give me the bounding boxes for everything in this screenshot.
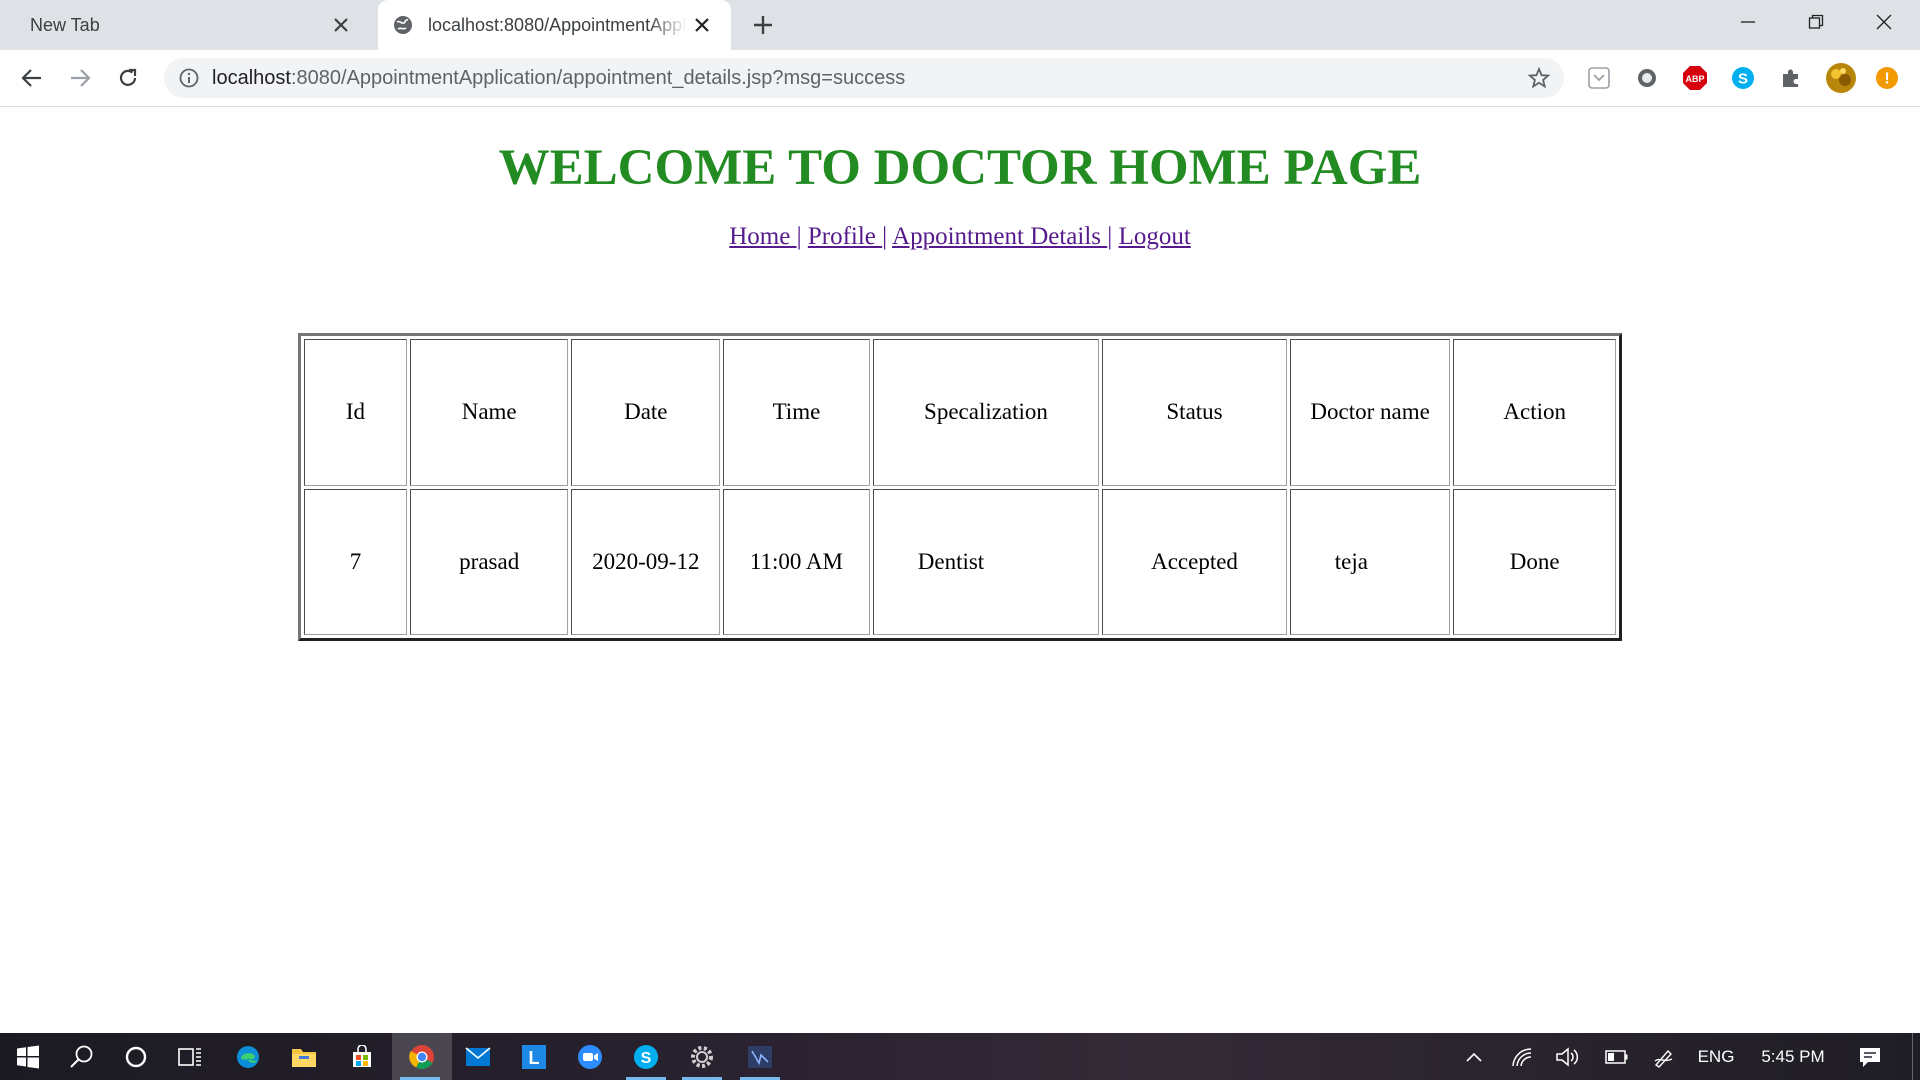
column-header-date: Date	[571, 339, 721, 486]
nav-separator: |	[1107, 223, 1113, 250]
cell-doctor-name: teja	[1289, 488, 1451, 635]
cortana-icon[interactable]	[108, 1033, 164, 1080]
l-app-icon[interactable]: L	[506, 1033, 562, 1080]
column-header-doctor-name: Doctor name	[1289, 339, 1451, 486]
table-row: 7 prasad 2020-09-12 11:00 AM Dentist Acc…	[304, 488, 1616, 635]
language-indicator[interactable]: ENG	[1692, 1033, 1740, 1080]
skype-label: S	[1738, 71, 1748, 88]
zoom-icon[interactable]	[562, 1033, 618, 1080]
eclipse-icon[interactable]	[732, 1033, 788, 1080]
nav-logout-link[interactable]: Logout	[1119, 223, 1191, 250]
windows-taskbar: L S ENG 5:45 PM	[0, 1033, 1920, 1080]
nav-appointment-details-link[interactable]: Appointment Details	[892, 223, 1107, 250]
column-header-action: Action	[1453, 339, 1616, 486]
skype-icon[interactable]: S	[1730, 65, 1756, 91]
notifications-icon[interactable]	[1850, 1033, 1890, 1080]
cell-specalization: Dentist	[872, 488, 1100, 635]
store-icon[interactable]	[334, 1033, 390, 1080]
pen-workspace-icon[interactable]	[1646, 1033, 1682, 1080]
show-hidden-icons-chevron-icon[interactable]	[1456, 1033, 1492, 1080]
cell-date: 2020-09-12	[571, 488, 721, 635]
window-close-icon[interactable]	[1850, 0, 1918, 44]
table-header-row: Id Name Date Time Specalization Status D…	[304, 339, 1616, 486]
cell-time: 11:00 AM	[723, 488, 870, 635]
globe-icon	[392, 14, 414, 36]
l-app-label: L	[529, 1048, 540, 1068]
battery-icon[interactable]	[1598, 1033, 1634, 1080]
search-icon[interactable]	[54, 1033, 110, 1080]
new-tab-icon[interactable]	[748, 10, 778, 40]
puzzle-icon[interactable]	[1778, 65, 1804, 91]
circle-extension-icon[interactable]	[1634, 65, 1660, 91]
url-host: localhost	[212, 66, 291, 89]
edge-icon[interactable]	[220, 1033, 276, 1080]
update-alert-icon[interactable]: !	[1874, 65, 1900, 91]
close-icon[interactable]	[326, 10, 356, 40]
file-explorer-icon[interactable]	[276, 1033, 332, 1080]
minimize-icon[interactable]	[1714, 0, 1782, 44]
column-header-id: Id	[304, 339, 407, 486]
url-text: localhost:8080/AppointmentApplication/ap…	[212, 67, 905, 90]
nav-home-link[interactable]: Home	[729, 223, 796, 250]
tab-appointment[interactable]: localhost:8080/AppointmentApplication/ap…	[378, 0, 731, 50]
adblock-label: ABP	[1685, 74, 1704, 84]
clock[interactable]: 5:45 PM	[1748, 1033, 1838, 1080]
start-icon[interactable]	[0, 1033, 56, 1080]
reload-icon[interactable]	[112, 62, 144, 94]
settings-icon[interactable]	[674, 1033, 730, 1080]
cell-name: prasad	[409, 488, 569, 635]
column-header-time: Time	[723, 339, 870, 486]
appointment-table: Id Name Date Time Specalization Status D…	[298, 333, 1622, 641]
column-header-status: Status	[1102, 339, 1287, 486]
task-view-icon[interactable]	[162, 1033, 218, 1080]
tab-title: localhost:8080/AppointmentApplication/ap…	[428, 14, 687, 35]
show-desktop-button[interactable]	[1912, 1033, 1920, 1080]
profile-avatar[interactable]	[1824, 61, 1858, 95]
cell-status: Accepted	[1102, 488, 1287, 635]
nav-separator: |	[796, 223, 802, 250]
network-icon[interactable]	[1504, 1033, 1540, 1080]
cell-action: Done	[1453, 488, 1616, 635]
tab-strip: New Tab localhost:8080/AppointmentApplic…	[0, 0, 1920, 50]
browser-toolbar: localhost:8080/AppointmentApplication/ap…	[0, 50, 1920, 107]
volume-icon[interactable]	[1550, 1033, 1586, 1080]
pocket-icon[interactable]	[1586, 65, 1612, 91]
page-title: WELCOME TO DOCTOR HOME PAGE	[498, 140, 1422, 196]
skype-taskbar-label: S	[641, 1050, 652, 1067]
mail-icon[interactable]	[450, 1033, 506, 1080]
chrome-icon[interactable]	[392, 1033, 452, 1080]
nav-links: Home | Profile | Appointment Details | L…	[0, 223, 1920, 251]
tab-new-tab[interactable]: New Tab	[0, 0, 370, 50]
tab-title: New Tab	[30, 14, 100, 35]
info-icon[interactable]	[178, 67, 200, 89]
close-icon[interactable]	[687, 10, 717, 40]
column-header-specalization: Specalization	[872, 339, 1100, 486]
restore-icon[interactable]	[1782, 0, 1850, 44]
back-icon[interactable]	[16, 62, 48, 94]
alert-label: !	[1884, 71, 1889, 88]
forward-icon[interactable]	[64, 62, 96, 94]
column-header-name: Name	[409, 339, 569, 486]
adblock-plus-icon[interactable]: ABP	[1682, 65, 1708, 91]
nav-profile-link[interactable]: Profile	[808, 223, 882, 250]
cell-id: 7	[304, 488, 407, 635]
skype-icon[interactable]: S	[618, 1033, 674, 1080]
url-path: :8080/AppointmentApplication/appointment…	[290, 66, 906, 89]
nav-separator: |	[882, 223, 888, 250]
page-content: WELCOME TO DOCTOR HOME PAGE Home | Profi…	[0, 107, 1920, 1033]
address-bar[interactable]: localhost:8080/AppointmentApplication/ap…	[164, 58, 1564, 98]
bookmark-star-icon[interactable]	[1527, 66, 1551, 89]
